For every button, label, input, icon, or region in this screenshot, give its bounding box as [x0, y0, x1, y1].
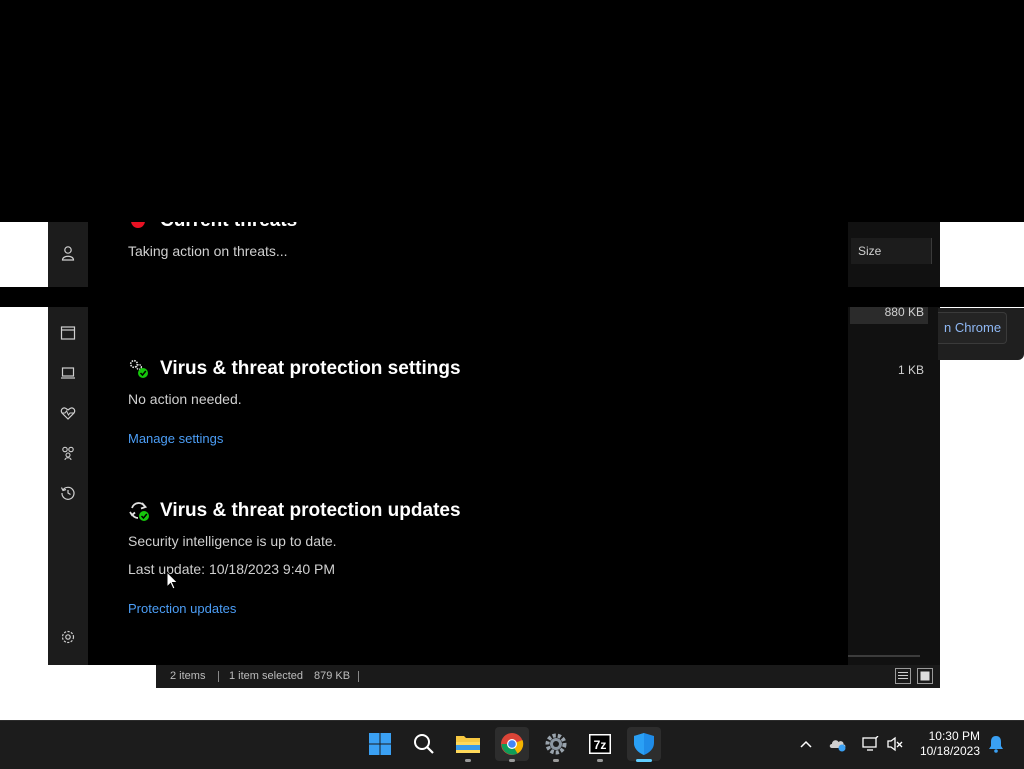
svg-text:7z: 7z	[594, 738, 607, 752]
protection-updates-link[interactable]: Protection updates	[128, 601, 236, 616]
notifications-bell-icon[interactable]	[986, 734, 1006, 754]
history-icon[interactable]	[58, 483, 78, 503]
onedrive-icon[interactable]	[828, 734, 848, 754]
current-threats-header: Current threats	[128, 222, 328, 230]
volume-muted-icon[interactable]	[885, 734, 905, 754]
selection-size: 879 KB	[314, 670, 351, 682]
search-icon	[414, 734, 434, 754]
item-count: 2 items	[170, 670, 206, 682]
last-update-text: Last update: 10/18/2023 9:40 PM	[128, 561, 336, 577]
account-icon[interactable]	[58, 243, 78, 263]
show-hidden-icons-chevron-icon[interactable]	[796, 734, 816, 754]
mouse-cursor-icon	[166, 571, 179, 590]
column-header-size[interactable]: Size	[851, 238, 932, 264]
column-header-label: Size	[858, 244, 882, 258]
current-threats-title: Current threats	[160, 222, 297, 230]
chrome-icon	[501, 733, 524, 755]
selection-count: 1 item selected	[229, 670, 303, 682]
device-health-icon[interactable]	[58, 403, 78, 423]
file-size-cell: 880 KB	[884, 305, 924, 319]
current-threats-status: Taking action on threats...	[128, 243, 288, 259]
settings-icon[interactable]	[58, 627, 78, 647]
7zip-button[interactable]: 7z	[583, 727, 617, 761]
tiles-view-icon[interactable]	[917, 668, 933, 684]
device-security-icon[interactable]	[58, 363, 78, 383]
protection-settings-title: Virus & threat protection settings	[160, 358, 461, 379]
gears-check-icon	[129, 359, 148, 378]
protection-updates-title: Virus & threat protection updates	[160, 500, 461, 521]
explorer-status-bar: 2 items 1 item selected 879 KB	[156, 665, 940, 688]
chrome-button[interactable]	[495, 727, 529, 761]
search-button[interactable]	[407, 727, 441, 761]
start-button[interactable]	[363, 727, 397, 761]
manage-settings-link[interactable]: Manage settings	[128, 431, 223, 446]
7zip-icon: 7z	[589, 734, 611, 754]
open-in-chrome-button[interactable]: n Chrome	[938, 312, 1007, 344]
refresh-check-icon	[129, 502, 149, 521]
file-explorer-button[interactable]	[451, 727, 485, 761]
protection-updates-header: Virus & threat protection updates	[128, 500, 461, 522]
screen-artifact-band	[0, 287, 1024, 307]
protection-settings-status: No action needed.	[128, 391, 242, 407]
file-explorer-icon	[456, 736, 480, 753]
family-icon[interactable]	[58, 443, 78, 463]
network-icon[interactable]	[860, 734, 880, 754]
app-browser-icon[interactable]	[58, 323, 78, 343]
windows-security-icon	[634, 733, 654, 755]
file-size-cell: 1 KB	[897, 363, 924, 377]
settings-app-button[interactable]	[539, 727, 573, 761]
horizontal-scrollbar[interactable]	[848, 655, 920, 657]
threat-warning-icon	[131, 222, 145, 228]
clock-date: 10/18/2023	[919, 744, 980, 758]
details-view-icon[interactable]	[895, 668, 911, 684]
clock-time: 10:30 PM	[928, 729, 980, 743]
protection-settings-header: Virus & threat protection settings	[128, 358, 461, 380]
start-icon	[369, 733, 391, 755]
windows-security-button[interactable]	[627, 727, 661, 761]
open-in-chrome-label: n Chrome	[944, 320, 1002, 335]
protection-updates-status: Security intelligence is up to date.	[128, 533, 337, 549]
blank-screen-area	[0, 0, 1024, 222]
settings-icon	[545, 733, 567, 755]
taskbar-clock[interactable]: 10:30 PM 10/18/2023	[910, 729, 980, 759]
